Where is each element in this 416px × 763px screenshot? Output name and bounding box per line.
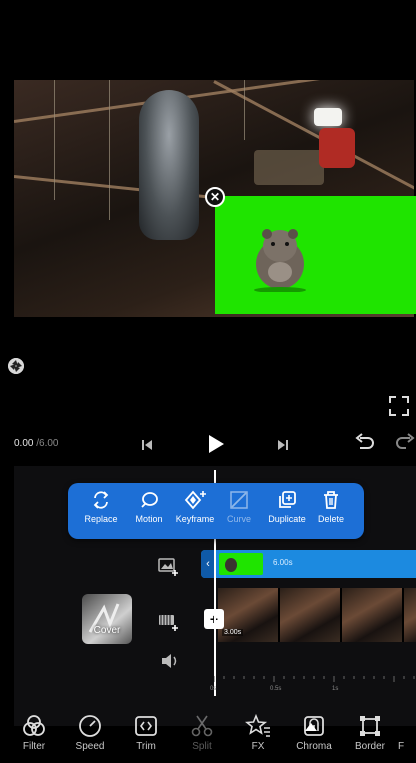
overlay-clip-thumbnail xyxy=(219,553,263,575)
cover-image xyxy=(88,603,120,633)
total-time: 6.00 xyxy=(39,438,59,449)
frame-thumbnail xyxy=(342,588,404,642)
cover-label: Cover xyxy=(93,625,121,636)
curve-button[interactable]: Curve xyxy=(212,489,266,524)
overlay-clip-duration: 6.00s xyxy=(273,558,293,567)
more-tool-button[interactable]: F xyxy=(398,713,416,752)
split-button[interactable]: Split xyxy=(174,713,230,752)
curve-label: Curve xyxy=(226,514,251,524)
current-time: 0.00 xyxy=(14,438,34,449)
delete-icon xyxy=(324,491,338,509)
ruler-tick-label: 0s xyxy=(210,686,217,692)
aperture-icon[interactable] xyxy=(8,358,24,374)
close-overlay-icon[interactable]: ✕ xyxy=(205,187,225,207)
more-tool-label: F xyxy=(398,741,405,752)
audio-volume-icon[interactable] xyxy=(160,652,182,670)
trim-label: Trim xyxy=(136,741,156,752)
chroma-overlay-clip[interactable] xyxy=(215,196,416,314)
home-indicator-arrow-icon xyxy=(305,723,317,731)
redo-icon[interactable] xyxy=(392,432,416,454)
split-icon xyxy=(191,715,213,737)
replace-icon xyxy=(93,491,109,509)
undo-icon[interactable] xyxy=(354,432,376,454)
add-media-icon[interactable] xyxy=(158,612,180,632)
hamster-image xyxy=(254,229,306,292)
chroma-button[interactable]: Chroma xyxy=(286,713,342,752)
fx-button[interactable]: FX xyxy=(230,713,286,752)
filter-icon xyxy=(23,715,45,736)
add-overlay-icon[interactable] xyxy=(158,557,180,577)
split-label: Split xyxy=(192,741,212,752)
fx-label: FX xyxy=(251,741,265,752)
filter-button[interactable]: Filter xyxy=(6,713,62,752)
border-icon xyxy=(360,716,380,736)
clip-action-popup: Replace Motion Keyframe Curve Duplicate xyxy=(68,483,364,539)
trim-button[interactable]: Trim xyxy=(118,713,174,752)
speed-button[interactable]: Speed xyxy=(62,713,118,752)
skip-forward-icon[interactable] xyxy=(276,434,290,456)
ruler-tick-label: 0.5s xyxy=(270,686,282,692)
delete-label: Delete xyxy=(317,514,344,524)
border-button[interactable]: Border xyxy=(342,713,398,752)
skip-back-icon[interactable] xyxy=(140,434,154,456)
curve-icon xyxy=(230,491,248,509)
fx-icon xyxy=(245,713,270,737)
filter-label: Filter xyxy=(22,741,46,752)
fullscreen-icon[interactable] xyxy=(388,395,410,417)
keyframe-icon xyxy=(184,490,206,510)
speed-icon xyxy=(79,715,101,737)
bottom-toolbar: Filter Speed Trim Split FX Chroma Border… xyxy=(0,713,416,763)
play-icon[interactable] xyxy=(206,432,226,456)
motion-icon xyxy=(141,492,158,508)
trim-icon xyxy=(135,716,157,736)
more-icon xyxy=(398,713,416,739)
time-display: 0.00 /6.00 xyxy=(14,438,59,449)
frame-thumbnail xyxy=(280,588,342,642)
speed-label: Speed xyxy=(75,741,105,752)
replace-label: Replace xyxy=(84,514,118,524)
border-label: Border xyxy=(354,741,385,752)
replace-button[interactable]: Replace xyxy=(74,489,128,524)
delete-button[interactable]: Delete xyxy=(304,489,358,524)
chroma-label: Chroma xyxy=(296,741,332,752)
cover-thumbnail[interactable]: Cover xyxy=(82,594,132,644)
ruler-tick-label: 1s xyxy=(332,686,339,692)
main-video-track[interactable]: 3.00s xyxy=(218,588,416,642)
time-ruler: 0s 0.5s 1s xyxy=(210,676,416,696)
clip-left-handle[interactable]: ‹ xyxy=(201,550,215,578)
frame-thumbnail xyxy=(404,588,416,642)
main-clip-duration: 3.00s xyxy=(222,629,244,636)
overlay-track-clip[interactable]: ‹ 6.00s xyxy=(201,550,416,578)
duplicate-icon xyxy=(279,491,296,508)
